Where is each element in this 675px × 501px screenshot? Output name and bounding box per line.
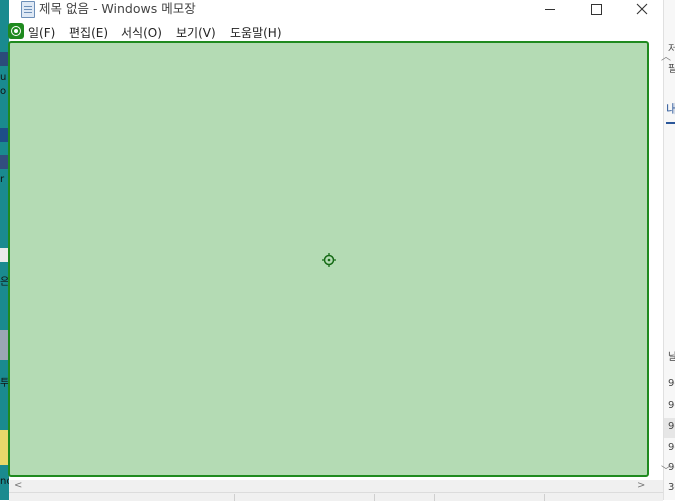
menu-bar: 일(F) 편집(E) 서식(O) 보기(V) 도움말(H) bbox=[9, 24, 663, 42]
desktop-icon-label: no bbox=[0, 476, 9, 487]
title-bar[interactable]: 제목 없음 - Windows 메모장 bbox=[9, 0, 663, 20]
close-icon bbox=[636, 3, 648, 15]
close-button[interactable] bbox=[619, 0, 665, 18]
horizontal-scrollbar[interactable]: < > bbox=[9, 480, 663, 492]
background-list-item[interactable]: 3- bbox=[668, 482, 675, 493]
maximize-button[interactable] bbox=[573, 0, 619, 18]
notepad-icon bbox=[21, 1, 35, 18]
desktop-icon-label: u bbox=[0, 72, 7, 83]
menu-file[interactable]: 일(F) bbox=[28, 24, 55, 42]
menu-format[interactable]: 서식(O) bbox=[121, 24, 162, 42]
crosshair-icon bbox=[322, 253, 336, 267]
scroll-down-icon[interactable]: ﹀ bbox=[661, 462, 671, 477]
menu-help[interactable]: 도움말(H) bbox=[230, 24, 282, 42]
menu-view[interactable]: 보기(V) bbox=[176, 24, 216, 42]
menu-edit[interactable]: 편집(E) bbox=[69, 24, 108, 42]
scroll-left-icon[interactable]: < bbox=[14, 480, 22, 492]
scroll-right-icon[interactable]: > bbox=[637, 480, 645, 492]
desktop-icon-label: o bbox=[0, 86, 7, 97]
window-title: 제목 없음 - Windows 메모장 bbox=[39, 1, 196, 16]
maximize-icon bbox=[590, 3, 602, 15]
target-icon bbox=[8, 23, 24, 39]
minimize-icon bbox=[545, 8, 555, 10]
minimize-button[interactable] bbox=[527, 0, 573, 18]
vertical-scrollbar[interactable]: ︿ ﹀ bbox=[661, 42, 673, 480]
scroll-up-icon[interactable]: ︿ bbox=[661, 48, 671, 63]
desktop-icon-label: r bbox=[0, 174, 5, 185]
